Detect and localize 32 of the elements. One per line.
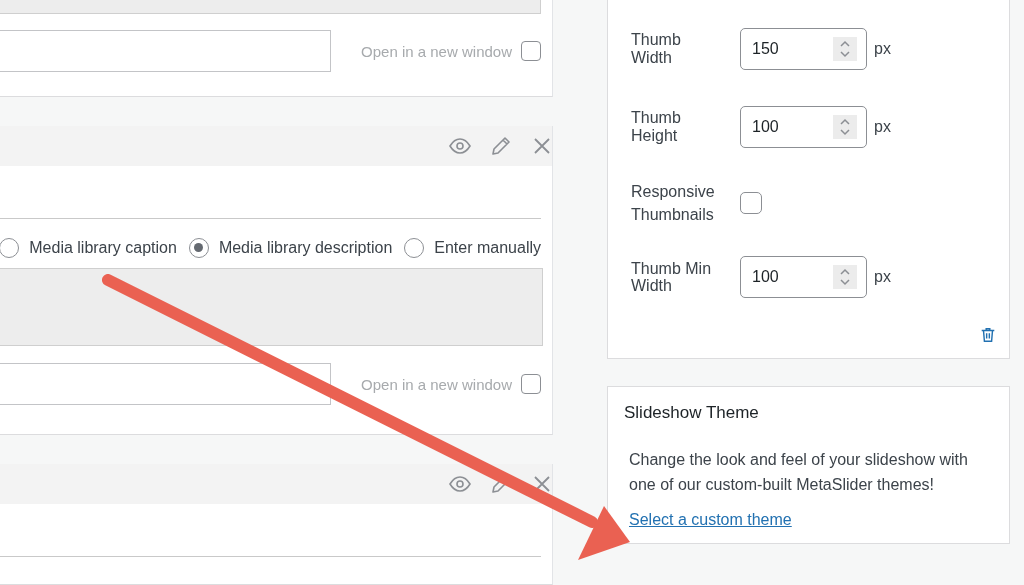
spinner-icon[interactable] bbox=[833, 115, 857, 139]
radio-label[interactable]: Media library caption bbox=[29, 239, 177, 257]
setting-label: Responsive Thumbnails bbox=[631, 182, 716, 226]
trash-icon[interactable] bbox=[979, 326, 997, 345]
spinner-icon[interactable] bbox=[833, 265, 857, 290]
unit-label: px bbox=[874, 268, 891, 287]
checkbox[interactable] bbox=[521, 374, 541, 394]
unit-label: px bbox=[874, 118, 891, 136]
url-field[interactable] bbox=[0, 30, 331, 72]
new-window-label: Open in a new window bbox=[361, 42, 512, 60]
spinner-icon[interactable] bbox=[833, 37, 857, 61]
checkbox[interactable] bbox=[740, 192, 762, 215]
number-field[interactable]: 100 bbox=[740, 256, 867, 299]
number-field[interactable]: 100 bbox=[740, 106, 867, 148]
text-area[interactable] bbox=[0, 268, 543, 346]
unit-label: px bbox=[874, 40, 891, 58]
radio-button[interactable] bbox=[188, 238, 209, 258]
new-window-label: Open in a new window bbox=[361, 375, 512, 393]
radio-button[interactable] bbox=[404, 238, 425, 258]
card-description: Change the look and feel of your slideshow with one of our custom-built MetaSlider themes! bbox=[629, 450, 969, 496]
card-title: Slideshow Theme bbox=[624, 403, 760, 424]
number-field[interactable]: 150 bbox=[740, 28, 867, 70]
custom-theme-link[interactable]: Select a custom theme bbox=[629, 511, 792, 529]
radio-button[interactable] bbox=[0, 238, 20, 258]
checkbox[interactable] bbox=[521, 41, 541, 61]
url-field[interactable] bbox=[0, 363, 331, 405]
pencil-icon[interactable] bbox=[489, 134, 513, 158]
setting-label: Thumb Min Width bbox=[631, 259, 713, 295]
setting-label: Thumb Height bbox=[631, 109, 682, 145]
radio-label[interactable]: Enter manually bbox=[434, 239, 541, 257]
setting-label: Thumb Width bbox=[631, 31, 682, 67]
radio-label[interactable]: Media library description bbox=[218, 239, 393, 257]
